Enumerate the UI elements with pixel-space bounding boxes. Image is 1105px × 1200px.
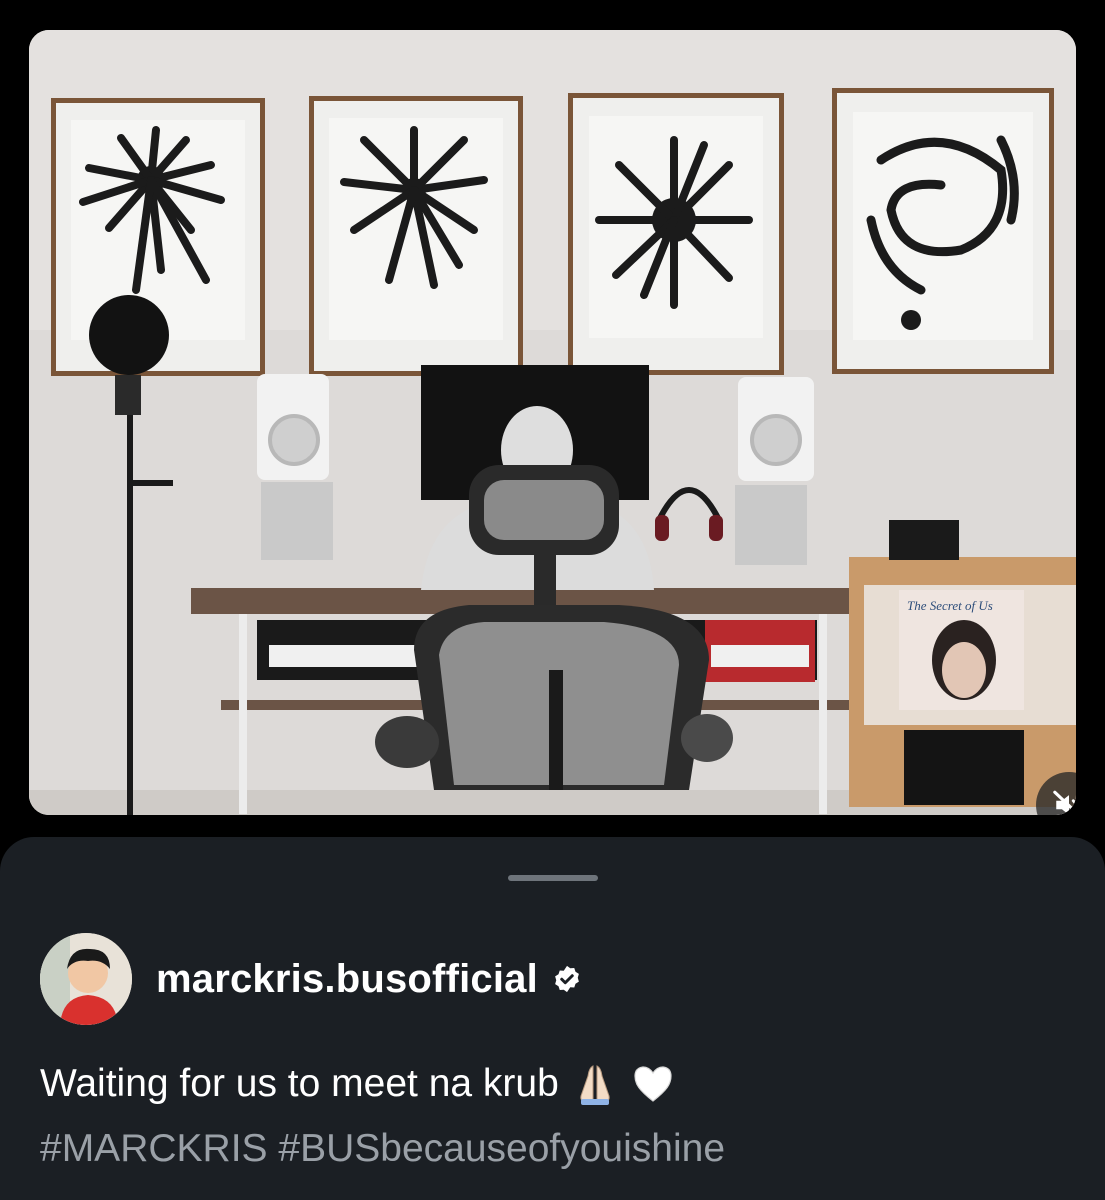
art-frame-2 [309,96,523,376]
caption-text: Waiting for us to meet na krub [40,1062,559,1105]
studio-scene-image: The Secret of Us [29,30,1076,815]
speaker-muted-icon [1053,790,1076,815]
hashtags: #MARCKRIS #BUSbecauseofyouishine [40,1124,1070,1174]
hashtag-marckris[interactable]: #MARCKRIS [40,1127,268,1170]
post-caption: Waiting for us to meet na krub [40,1059,1070,1109]
avatar[interactable] [40,933,132,1025]
username[interactable]: marckris.busofficial [156,957,538,1002]
art-frame-3 [568,93,784,375]
verified-badge-icon [552,964,582,994]
record-shelf: The Secret of Us [849,520,1076,807]
avatar-image [40,933,132,1025]
speaker-left [257,374,333,560]
white-heart-emoji [631,1062,675,1106]
post-details-sheet[interactable]: marckris.busofficial Waiting for us to m… [0,837,1105,1200]
speaker-right [735,377,814,565]
post-video[interactable]: The Secret of Us [29,30,1076,815]
hashtag-busbecauseofyouishine[interactable]: #BUSbecauseofyouishine [278,1127,725,1170]
art-frame-4 [832,88,1054,374]
svg-text:The Secret of Us: The Secret of Us [907,598,993,613]
folded-hands-emoji [573,1062,617,1106]
author-row[interactable]: marckris.busofficial [40,933,582,1025]
sheet-drag-handle[interactable] [508,875,598,881]
